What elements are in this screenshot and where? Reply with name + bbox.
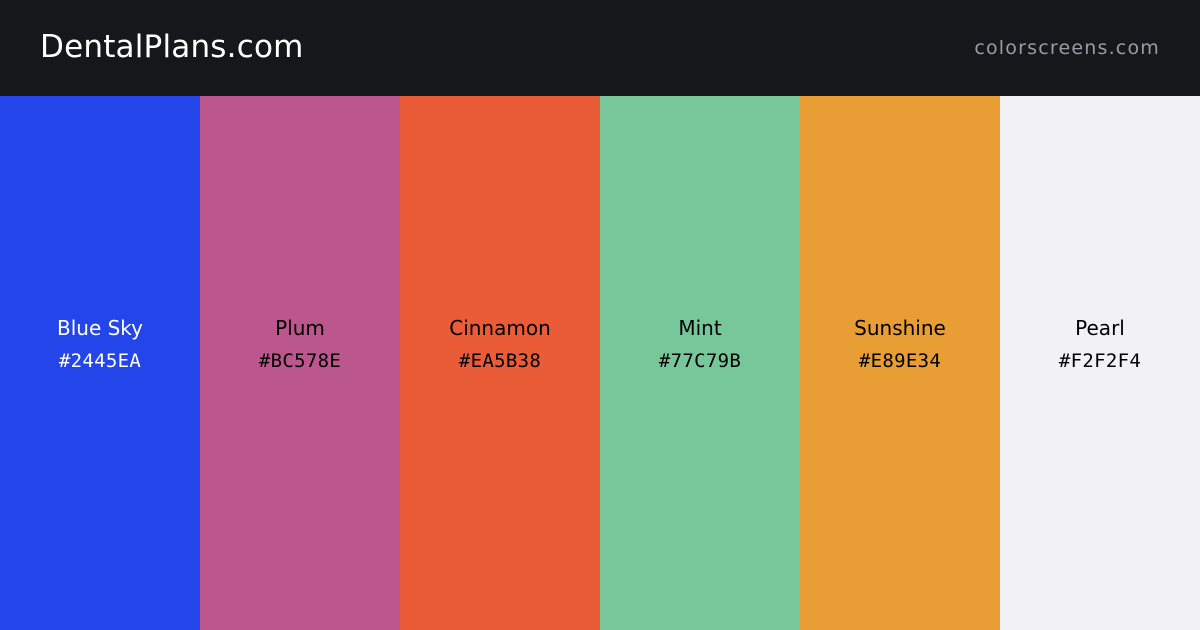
swatch-name: Plum xyxy=(275,315,325,340)
swatch-name: Blue Sky xyxy=(56,315,143,340)
palette-card: DentalPlans.com colorscreens.com Blue Sk… xyxy=(0,0,1200,630)
swatch-sunshine: Sunshine #E89E34 xyxy=(800,96,1000,630)
swatch-hex: #2445EA xyxy=(58,349,142,372)
swatch-hex: #E89E34 xyxy=(858,349,942,372)
swatch-hex: #EA5B38 xyxy=(458,349,542,372)
site-name: colorscreens.com xyxy=(974,37,1160,59)
swatch-plum: Plum #BC578E xyxy=(200,96,400,630)
swatch-cinnamon: Cinnamon #EA5B38 xyxy=(400,96,600,630)
swatch-hex: #BC578E xyxy=(258,349,342,372)
brand-title: DentalPlans.com xyxy=(40,29,304,65)
swatch-name: Mint xyxy=(678,315,722,340)
swatch-blue-sky: Blue Sky #2445EA xyxy=(0,96,200,630)
swatch-mint: Mint #77C79B xyxy=(600,96,800,630)
swatch-name: Pearl xyxy=(1075,315,1125,340)
swatch-hex: #77C79B xyxy=(658,349,742,372)
swatch-pearl: Pearl #F2F2F4 xyxy=(1000,96,1200,630)
swatch-hex: #F2F2F4 xyxy=(1058,349,1142,372)
swatch-row: Blue Sky #2445EA Plum #BC578E Cinnamon #… xyxy=(0,96,1200,630)
swatch-name: Cinnamon xyxy=(449,315,551,340)
header-bar: DentalPlans.com colorscreens.com xyxy=(0,0,1200,96)
swatch-name: Sunshine xyxy=(854,315,946,340)
